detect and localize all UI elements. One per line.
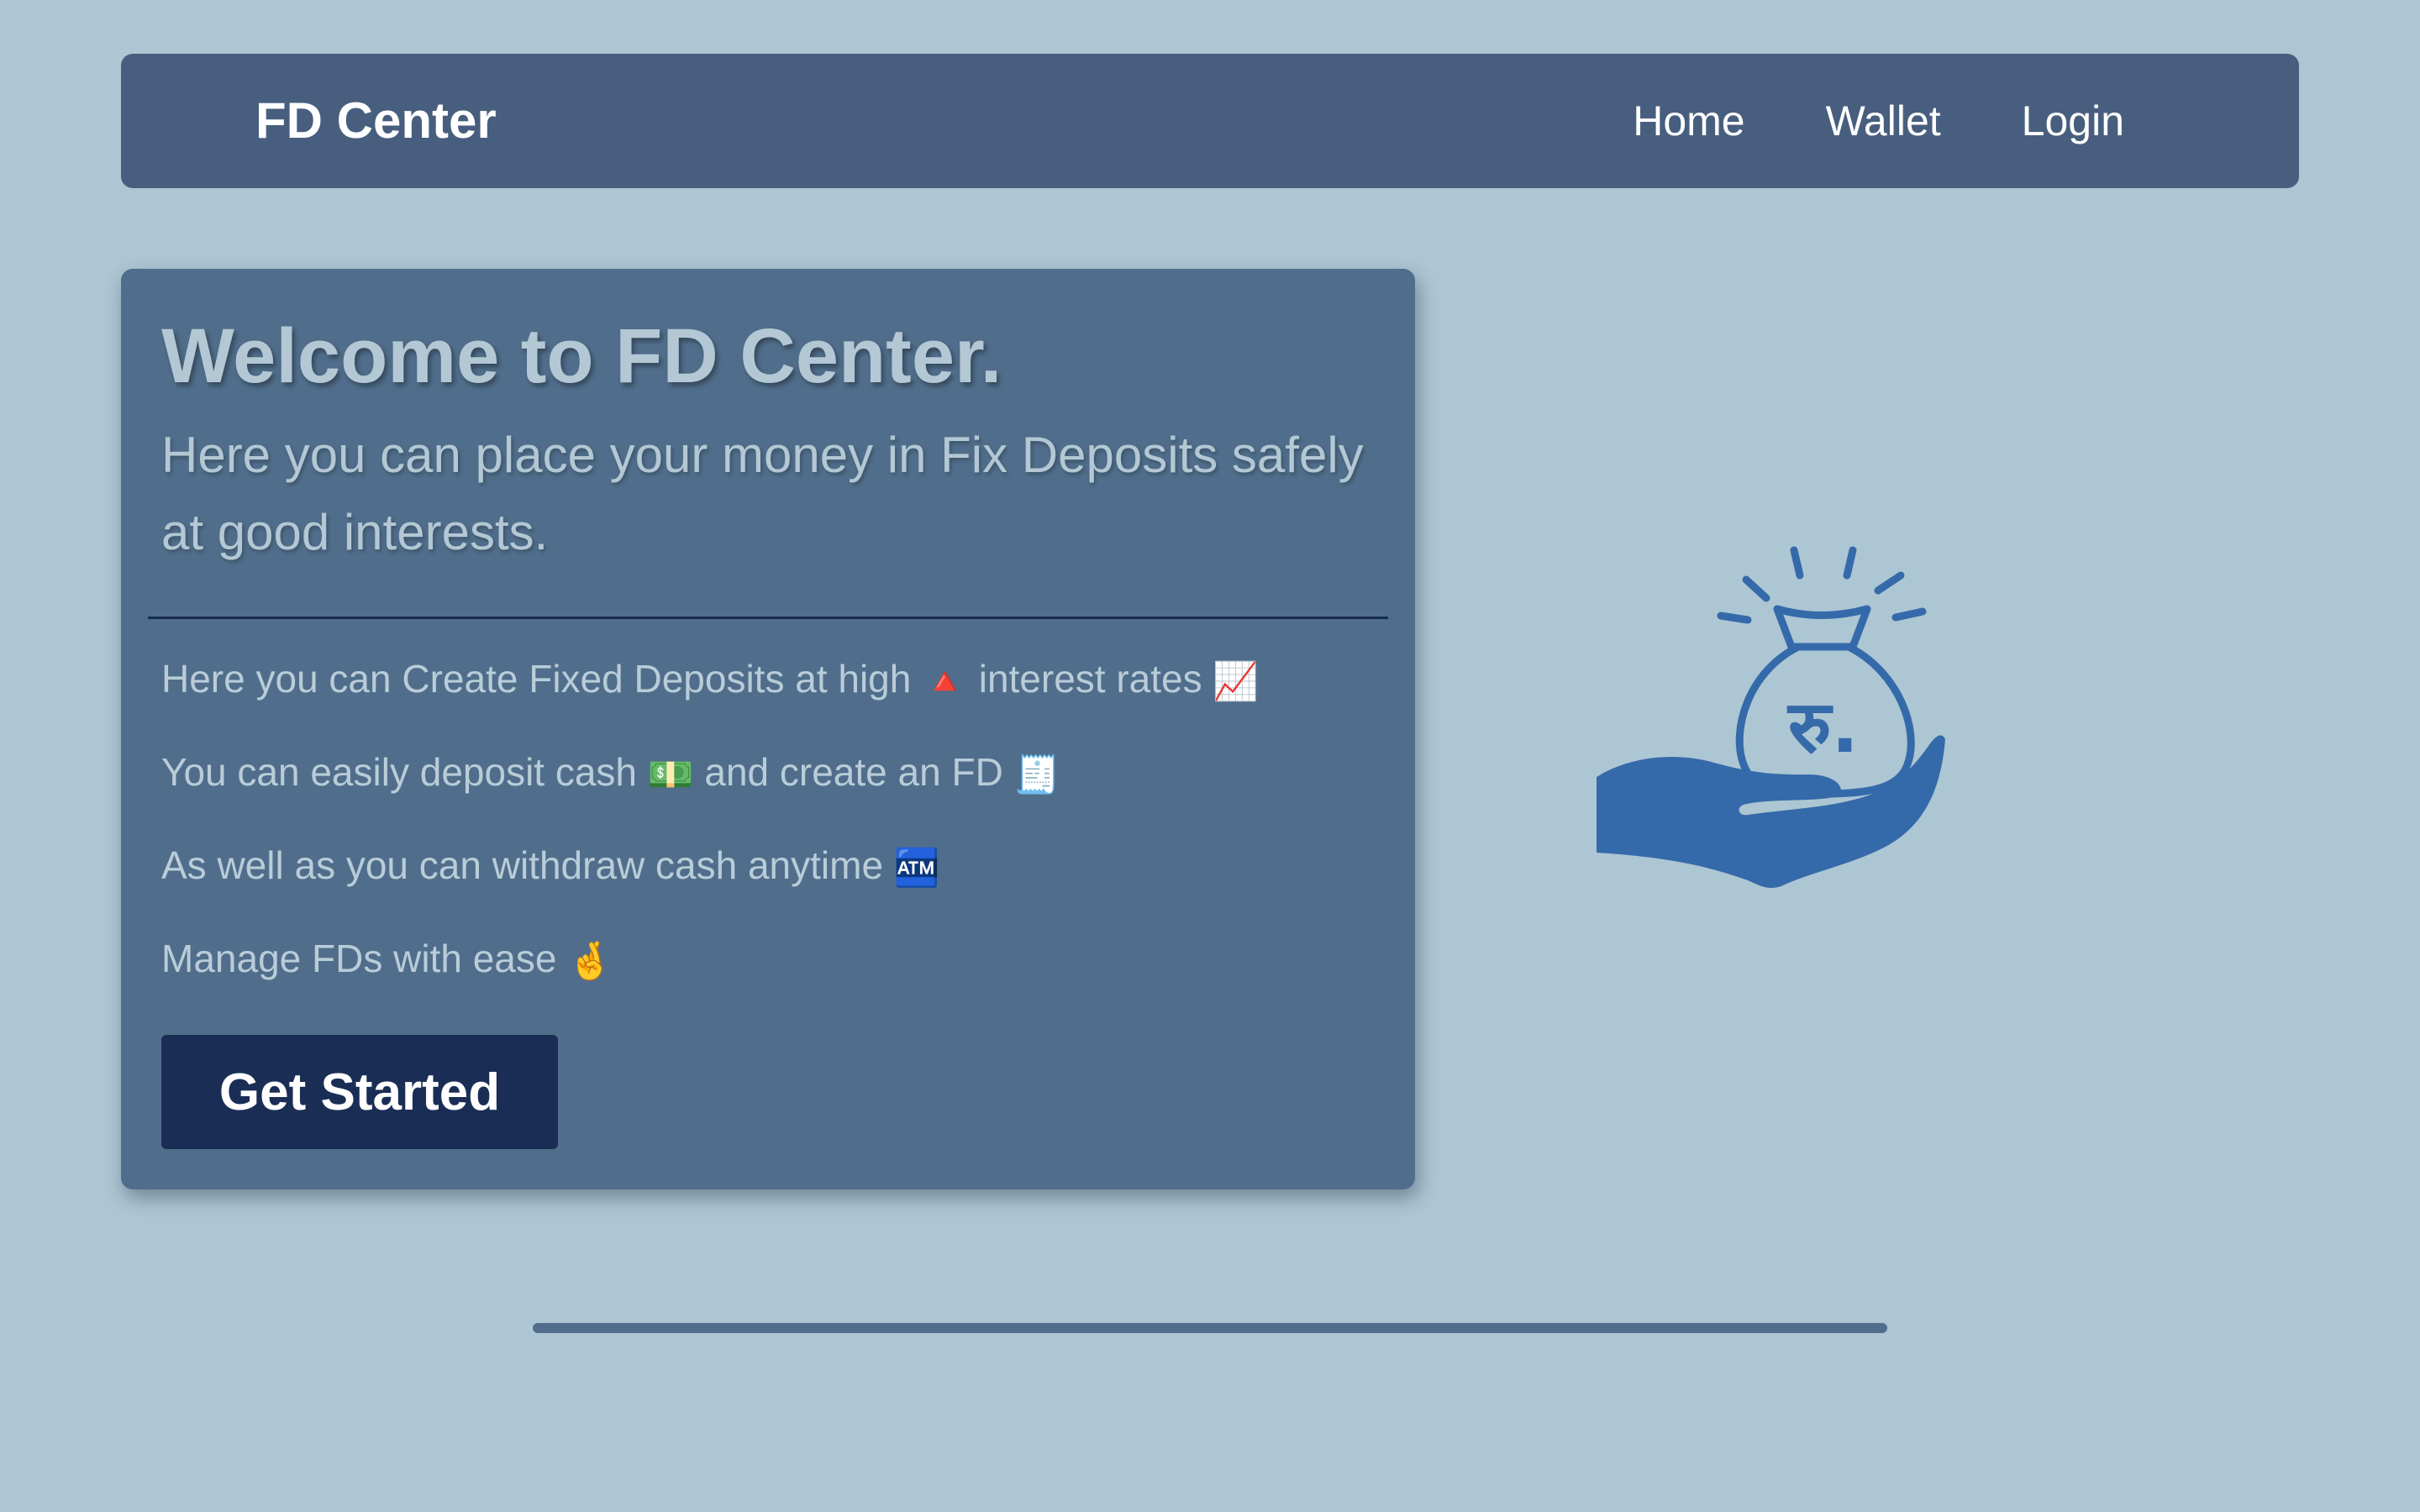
divider xyxy=(148,617,1388,619)
feature-item: You can easily deposit cash 💵 and create… xyxy=(161,748,1259,795)
feature-text: As well as you can withdraw cash anytime xyxy=(161,843,884,887)
nav-link-wallet[interactable]: Wallet xyxy=(1826,97,1941,145)
hand-holding-money-bag-icon: रु. xyxy=(1597,538,1966,924)
brand-logo[interactable]: FD Center xyxy=(255,54,497,188)
navbar: FD Center Home Wallet Login xyxy=(121,54,2299,188)
feature-text: You can easily deposit cash xyxy=(161,750,638,794)
dollar-banknote-icon: 💵 xyxy=(647,753,694,795)
feature-text: and create an FD xyxy=(704,750,1003,794)
get-started-button[interactable]: Get Started xyxy=(161,1035,558,1149)
feature-list: Here you can Create Fixed Deposits at hi… xyxy=(161,655,1259,1028)
feature-item: As well as you can withdraw cash anytime… xyxy=(161,842,1259,889)
crossed-fingers-icon: 🤞 xyxy=(567,940,614,982)
hero-title: Welcome to FD Center. xyxy=(161,313,1002,399)
feature-text: interest rates xyxy=(978,657,1202,701)
nav-links: Home Wallet Login xyxy=(1633,54,2124,188)
chart-increasing-icon: 📈 xyxy=(1213,660,1260,702)
feature-text: Here you can Create Fixed Deposits at hi… xyxy=(161,657,912,701)
feature-text: Manage FDs with ease xyxy=(161,937,557,980)
atm-icon: 🏧 xyxy=(893,847,940,889)
red-triangle-icon: 🔺 xyxy=(922,660,968,702)
feature-item: Here you can Create Fixed Deposits at hi… xyxy=(161,655,1259,702)
hero-card: Welcome to FD Center. Here you can place… xyxy=(121,269,1415,1189)
svg-text:रु.: रु. xyxy=(1786,685,1859,769)
feature-item: Manage FDs with ease 🤞 xyxy=(161,935,1259,982)
receipt-icon: 🧾 xyxy=(1013,753,1060,795)
nav-link-login[interactable]: Login xyxy=(2022,97,2124,145)
bottom-divider xyxy=(533,1323,1887,1333)
hero-subtitle: Here you can place your money in Fix Dep… xyxy=(161,427,1364,560)
nav-link-home[interactable]: Home xyxy=(1633,97,1744,145)
